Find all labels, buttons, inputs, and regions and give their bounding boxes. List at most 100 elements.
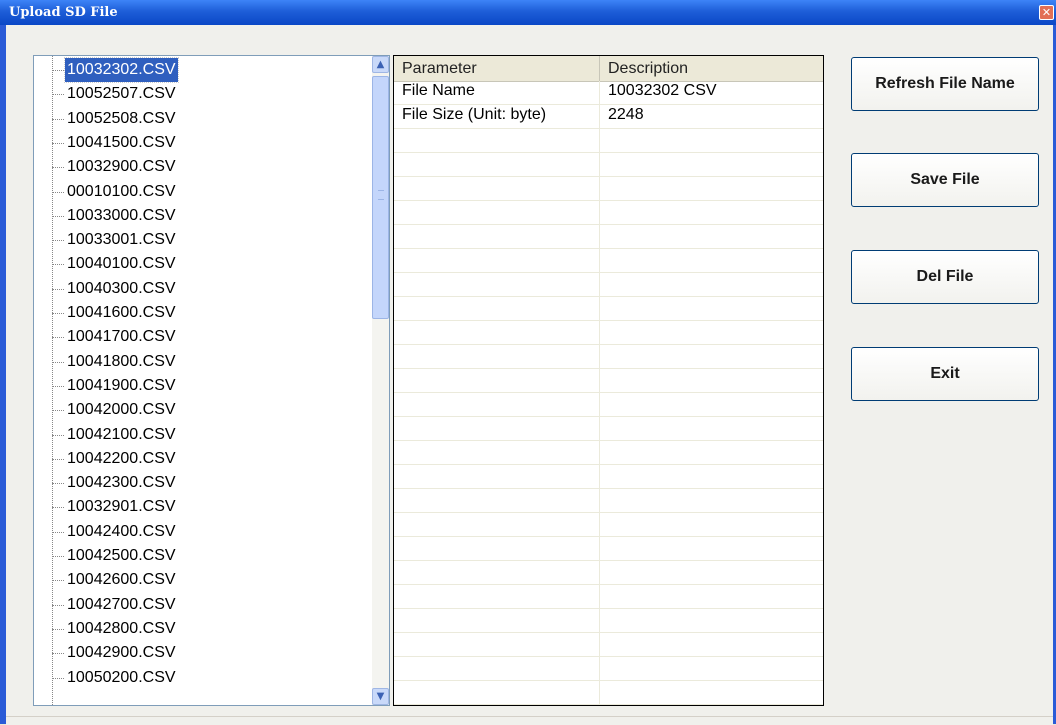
tree-item-label: 10042000.CSV bbox=[67, 401, 176, 419]
cell-description bbox=[600, 417, 823, 440]
cell-description bbox=[600, 201, 823, 224]
tree-connector bbox=[52, 264, 64, 266]
cell-description bbox=[600, 681, 823, 704]
table-row[interactable] bbox=[394, 633, 823, 657]
tree-item-label: 10042900.CSV bbox=[67, 644, 176, 662]
tree-connector bbox=[52, 580, 64, 582]
table-row[interactable] bbox=[394, 369, 823, 393]
tree-item-label: 10042500.CSV bbox=[67, 547, 176, 564]
tree-connector bbox=[52, 531, 64, 533]
table-row[interactable] bbox=[394, 273, 823, 297]
tree-connector bbox=[52, 507, 64, 509]
cell-parameter bbox=[394, 417, 600, 440]
cell-description bbox=[600, 393, 823, 416]
table-row[interactable] bbox=[394, 513, 823, 537]
tree-item-label: 10042700.CSV bbox=[67, 595, 176, 613]
table-row[interactable] bbox=[394, 177, 823, 201]
tree-connector bbox=[52, 385, 64, 387]
tree-item-label: 10042800.CSV bbox=[67, 619, 176, 637]
tree-item-label: 00010100.CSV bbox=[67, 182, 176, 200]
chevron-up-icon[interactable]: ▲ bbox=[372, 56, 389, 73]
table-row[interactable] bbox=[394, 201, 823, 225]
column-header-description[interactable]: Description bbox=[600, 56, 818, 81]
table-row[interactable] bbox=[394, 489, 823, 513]
tree-connector bbox=[52, 410, 64, 412]
file-tree[interactable]: ▲ ▼ 10032302.CSV 10052507.CSV 10052508.CSV… bbox=[33, 55, 390, 706]
cell-parameter bbox=[394, 393, 600, 416]
table-row[interactable] bbox=[394, 657, 823, 681]
window-title: Upload SD File bbox=[9, 5, 118, 20]
cell-parameter bbox=[394, 129, 600, 152]
vertical-scrollbar[interactable]: ▲ ▼ bbox=[372, 56, 389, 705]
title-bar: Upload SD File ✕ bbox=[0, 0, 1056, 25]
table-row[interactable] bbox=[394, 153, 823, 177]
close-icon[interactable]: ✕ bbox=[1039, 5, 1054, 20]
table-row[interactable] bbox=[394, 681, 823, 705]
cell-description: 2248 bbox=[608, 106, 644, 123]
tree-item-label: 10041600.CSV bbox=[67, 304, 176, 321]
cell-parameter bbox=[394, 489, 600, 512]
cell-description bbox=[600, 345, 823, 368]
cell-description bbox=[600, 153, 823, 176]
del-file-button[interactable]: Del File bbox=[851, 250, 1039, 304]
tree-item-label: 10050200.CSV bbox=[67, 668, 176, 686]
chevron-down-icon[interactable]: ▼ bbox=[372, 688, 389, 705]
table-row[interactable] bbox=[394, 225, 823, 249]
table-row[interactable] bbox=[394, 393, 823, 417]
table-row[interactable] bbox=[394, 297, 823, 321]
cell-parameter bbox=[394, 225, 600, 248]
parameter-grid[interactable]: Parameter Description File Name 10032302 … bbox=[393, 55, 824, 706]
table-row[interactable] bbox=[394, 417, 823, 441]
table-row[interactable]: File Name 10032302 CSV bbox=[394, 81, 823, 105]
table-row[interactable] bbox=[394, 441, 823, 465]
table-row[interactable] bbox=[394, 249, 823, 273]
cell-parameter bbox=[394, 465, 600, 488]
tree-connector bbox=[52, 556, 64, 557]
tree-connector bbox=[52, 313, 64, 314]
save-file-button[interactable]: Save File bbox=[851, 153, 1039, 207]
tree-connector bbox=[52, 628, 64, 630]
cell-description bbox=[600, 129, 823, 152]
tree-connector bbox=[52, 337, 64, 339]
table-row[interactable] bbox=[394, 609, 823, 633]
tree-connector bbox=[52, 434, 64, 436]
tree-connector bbox=[52, 458, 64, 460]
column-header-parameter[interactable]: Parameter bbox=[394, 56, 600, 81]
cell-description bbox=[600, 369, 823, 392]
cell-description bbox=[600, 441, 823, 464]
tree-connector bbox=[52, 677, 64, 679]
cell-parameter bbox=[394, 585, 600, 608]
tree-connector bbox=[52, 70, 64, 71]
refresh-file-name-button[interactable]: Refresh File Name bbox=[851, 57, 1039, 111]
cell-parameter bbox=[394, 561, 600, 584]
tree-item-label: 10032302.CSV bbox=[64, 57, 179, 83]
table-row[interactable]: File Size (Unit: byte) 2248 bbox=[394, 105, 823, 129]
scrollbar-thumb[interactable] bbox=[372, 76, 389, 319]
tree-item-label: 10033001.CSV bbox=[67, 231, 176, 249]
tree-item-label: 10041700.CSV bbox=[67, 328, 176, 346]
cell-description bbox=[600, 513, 823, 536]
table-row[interactable] bbox=[394, 585, 823, 609]
tree-item-label: 10042400.CSV bbox=[67, 522, 176, 540]
tree-item-label: 10042300.CSV bbox=[67, 474, 176, 492]
tree-item-label: 10052507.CSV bbox=[67, 85, 176, 103]
cell-description: 10032302 CSV bbox=[608, 82, 717, 99]
table-row[interactable] bbox=[394, 321, 823, 345]
table-row[interactable] bbox=[394, 129, 823, 153]
cell-parameter bbox=[394, 201, 600, 224]
cell-description bbox=[600, 657, 823, 680]
table-row[interactable] bbox=[394, 537, 823, 561]
tree-connector bbox=[52, 118, 64, 120]
cell-parameter bbox=[394, 297, 600, 320]
exit-button[interactable]: Exit bbox=[851, 347, 1039, 401]
tree-connector bbox=[52, 215, 64, 217]
cell-parameter bbox=[394, 177, 600, 200]
tree-connector bbox=[52, 240, 64, 242]
table-row[interactable] bbox=[394, 561, 823, 585]
tree-connector bbox=[52, 288, 64, 290]
table-row[interactable] bbox=[394, 345, 823, 369]
cell-description bbox=[600, 297, 823, 320]
tree-connector-line bbox=[52, 56, 53, 705]
table-row[interactable] bbox=[394, 465, 823, 489]
cell-description bbox=[600, 321, 823, 344]
